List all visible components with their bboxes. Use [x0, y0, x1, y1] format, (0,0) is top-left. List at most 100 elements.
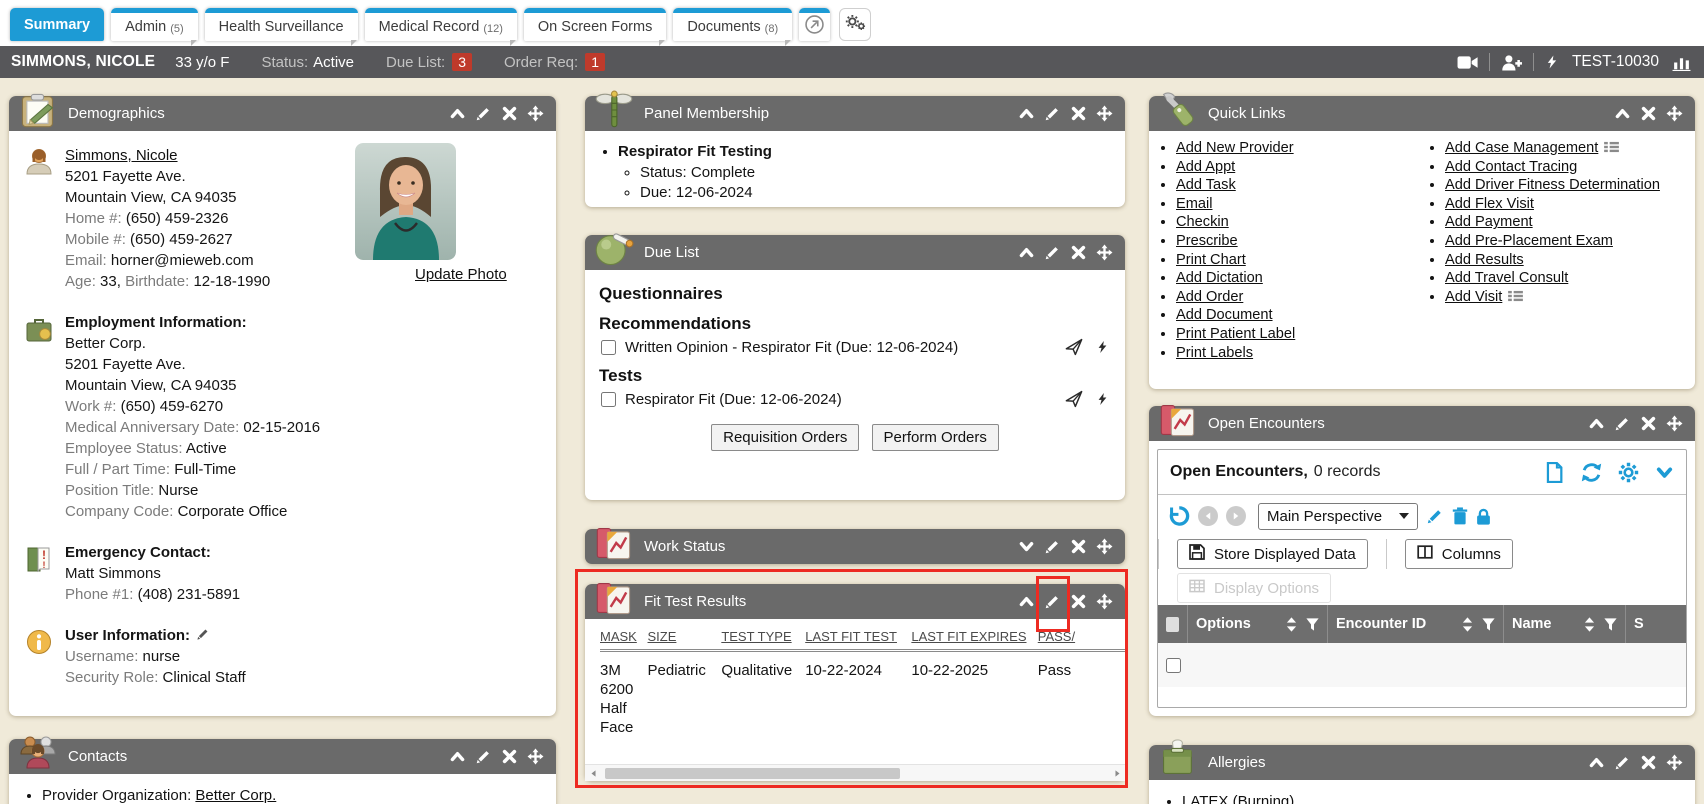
- close-icon[interactable]: [1640, 415, 1657, 432]
- close-icon[interactable]: [1070, 105, 1087, 122]
- close-icon[interactable]: [1070, 593, 1087, 610]
- due-list-count-badge[interactable]: 3: [452, 53, 472, 71]
- perspective-select[interactable]: Main Perspective: [1258, 503, 1418, 530]
- move-icon[interactable]: [1096, 244, 1113, 261]
- undo-icon[interactable]: [1168, 505, 1190, 527]
- lightning-icon[interactable]: [1545, 53, 1559, 71]
- edit-icon[interactable]: [475, 105, 492, 122]
- tab-admin[interactable]: Admin(5): [111, 8, 198, 41]
- move-icon[interactable]: [1096, 105, 1113, 122]
- link-print-patient-label[interactable]: Print Patient Label: [1176, 326, 1295, 342]
- link-add-travel-consult[interactable]: Add Travel Consult: [1445, 270, 1568, 286]
- link-add-document[interactable]: Add Document: [1176, 307, 1273, 323]
- provider-org-link[interactable]: Better Corp.: [195, 787, 276, 804]
- collapse-icon[interactable]: [1018, 593, 1035, 610]
- lightning-icon[interactable]: [1096, 391, 1109, 407]
- chart-id[interactable]: TEST-10030: [1572, 53, 1659, 71]
- move-icon[interactable]: [1096, 593, 1113, 610]
- horizontal-scrollbar[interactable]: [585, 764, 1125, 781]
- collapse-icon[interactable]: [1018, 244, 1035, 261]
- filter-icon[interactable]: [1482, 618, 1495, 631]
- open-in-new-tab-button[interactable]: [799, 8, 830, 41]
- send-icon[interactable]: [1065, 338, 1083, 356]
- collapse-icon[interactable]: [449, 105, 466, 122]
- perform-orders-button[interactable]: Perform Orders: [872, 424, 999, 451]
- col-test-type[interactable]: TEST TYPE: [721, 625, 805, 651]
- edit-icon[interactable]: [1044, 593, 1061, 610]
- edit-icon[interactable]: [1614, 754, 1631, 771]
- settings-gear-icon[interactable]: [1618, 462, 1639, 483]
- sort-icon[interactable]: [1286, 617, 1297, 632]
- columns-button[interactable]: Columns: [1405, 539, 1513, 569]
- add-person-icon[interactable]: [1501, 54, 1522, 71]
- display-options-button[interactable]: Display Options: [1177, 573, 1331, 603]
- col-size[interactable]: SIZE: [648, 625, 722, 651]
- move-icon[interactable]: [1666, 415, 1683, 432]
- collapse-icon[interactable]: [1588, 415, 1605, 432]
- move-icon[interactable]: [527, 105, 544, 122]
- patient-photo[interactable]: [355, 143, 456, 260]
- refresh-icon[interactable]: [1581, 462, 1602, 483]
- edit-icon[interactable]: [1044, 105, 1061, 122]
- row-checkbox[interactable]: [1166, 658, 1181, 673]
- tab-on-screen-forms[interactable]: On Screen Forms: [524, 8, 666, 41]
- filter-icon[interactable]: [1306, 618, 1319, 631]
- link-add-task[interactable]: Add Task: [1176, 177, 1236, 193]
- edit-icon[interactable]: [1044, 538, 1061, 555]
- link-add-flex-visit[interactable]: Add Flex Visit: [1445, 196, 1534, 212]
- update-photo-link[interactable]: Update Photo: [415, 266, 507, 283]
- list-icon[interactable]: [1604, 141, 1619, 153]
- link-add-case-management[interactable]: Add Case Management: [1445, 140, 1598, 156]
- collapse-icon[interactable]: [1614, 105, 1631, 122]
- edit-icon[interactable]: [1044, 244, 1061, 261]
- edit-icon[interactable]: [475, 748, 492, 765]
- link-add-results[interactable]: Add Results: [1445, 252, 1524, 268]
- allergy-link[interactable]: LATEX (Burning): [1182, 793, 1294, 804]
- order-req-count-badge[interactable]: 1: [585, 53, 605, 71]
- scroll-left-icon[interactable]: [585, 766, 601, 781]
- link-add-dictation[interactable]: Add Dictation: [1176, 270, 1263, 286]
- filter-icon[interactable]: [1604, 618, 1617, 631]
- select-all-checkbox[interactable]: [1166, 617, 1179, 632]
- close-icon[interactable]: [1640, 754, 1657, 771]
- collapse-icon[interactable]: [1588, 754, 1605, 771]
- link-add-visit[interactable]: Add Visit: [1445, 289, 1502, 305]
- previous-perspective-icon[interactable]: [1198, 506, 1218, 526]
- sort-icon[interactable]: [1462, 617, 1473, 632]
- tab-documents[interactable]: Documents(8): [673, 8, 792, 41]
- link-print-labels[interactable]: Print Labels: [1176, 345, 1253, 361]
- tab-health-surveillance[interactable]: Health Surveillance: [205, 8, 358, 41]
- scrollbar-thumb[interactable]: [605, 768, 900, 779]
- next-perspective-icon[interactable]: [1226, 506, 1246, 526]
- requisition-orders-button[interactable]: Requisition Orders: [711, 424, 859, 451]
- send-icon[interactable]: [1065, 390, 1083, 408]
- link-add-appt[interactable]: Add Appt: [1176, 159, 1235, 175]
- close-icon[interactable]: [1070, 538, 1087, 555]
- patient-name-link[interactable]: Simmons, Nicole: [65, 147, 178, 164]
- collapse-icon[interactable]: [449, 748, 466, 765]
- link-add-new-provider[interactable]: Add New Provider: [1176, 140, 1294, 156]
- sort-icon[interactable]: [1584, 617, 1595, 632]
- store-displayed-data-button[interactable]: Store Displayed Data: [1177, 539, 1368, 569]
- col-pass-fail[interactable]: PASS/: [1038, 625, 1125, 651]
- expand-icon[interactable]: [1018, 538, 1035, 555]
- collapse-icon[interactable]: [1018, 105, 1035, 122]
- scroll-right-icon[interactable]: [1109, 766, 1125, 781]
- link-checkin[interactable]: Checkin: [1176, 214, 1229, 230]
- lightning-icon[interactable]: [1096, 339, 1109, 355]
- tab-settings-button[interactable]: [839, 8, 871, 41]
- edit-icon[interactable]: [1614, 415, 1631, 432]
- move-icon[interactable]: [527, 748, 544, 765]
- delete-perspective-icon[interactable]: [1452, 507, 1468, 525]
- edit-perspective-icon[interactable]: [1426, 507, 1444, 525]
- edit-user-info-icon[interactable]: [196, 626, 210, 640]
- growth-chart-icon[interactable]: [1672, 54, 1691, 71]
- link-print-chart[interactable]: Print Chart: [1176, 252, 1246, 268]
- link-add-order[interactable]: Add Order: [1176, 289, 1243, 305]
- close-icon[interactable]: [1070, 244, 1087, 261]
- recommendation-checkbox[interactable]: [601, 340, 616, 355]
- move-icon[interactable]: [1666, 754, 1683, 771]
- link-add-pre-placement-exam[interactable]: Add Pre-Placement Exam: [1445, 233, 1613, 249]
- test-checkbox[interactable]: [601, 392, 616, 407]
- chevron-down-icon[interactable]: [1655, 463, 1674, 482]
